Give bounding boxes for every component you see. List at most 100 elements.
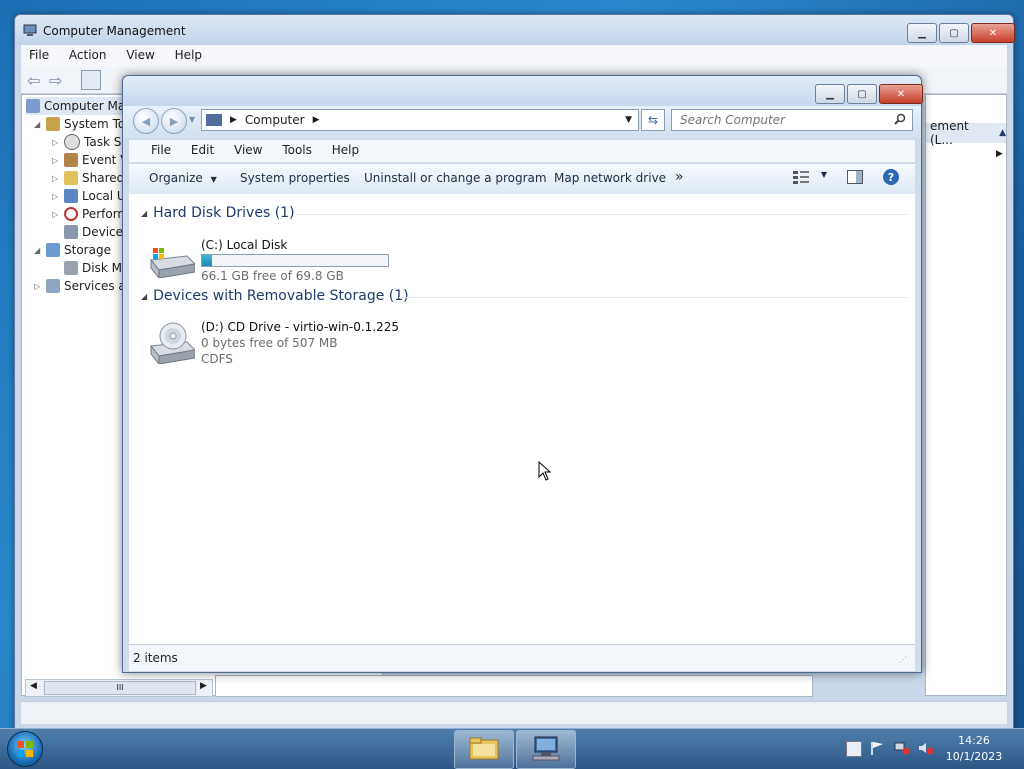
group-header-hard-disk-drives[interactable]: ◢ Hard Disk Drives (1) <box>141 205 295 221</box>
organize-button[interactable]: Organize ▼ <box>149 171 217 185</box>
tree-item-device-manager[interactable]: Device <box>64 223 123 241</box>
item-count: 2 items <box>133 651 178 665</box>
help-icon: ? <box>883 169 899 185</box>
minimize-button[interactable]: ▁ <box>815 84 845 104</box>
expand-arrow-icon[interactable]: ▷ <box>52 156 60 165</box>
explorer-navbar: ◀ ▶ ▼ ▶ Computer ▶ ▼ ⇆ <box>123 106 921 138</box>
back-arrow-icon[interactable]: ⇦ <box>27 71 40 90</box>
show-hide-tree-icon[interactable] <box>81 70 101 90</box>
cm-menu-help[interactable]: Help <box>167 45 210 65</box>
action-center-icon[interactable] <box>846 741 862 757</box>
uninstall-program-button[interactable]: Uninstall or change a program <box>364 171 547 185</box>
network-icon[interactable] <box>894 741 910 755</box>
cm-titlebar[interactable]: Computer Management ▁ ▢ ✕ <box>15 15 1015 45</box>
maximize-button[interactable]: ▢ <box>847 84 877 104</box>
tree-horizontal-scrollbar[interactable]: ◀ III ▶ <box>25 679 213 697</box>
tree-item-shared-folders[interactable]: ▷ Shared <box>52 169 124 187</box>
group-header-removable-storage[interactable]: ◢ Devices with Removable Storage (1) <box>141 288 409 304</box>
tree-item-event-viewer[interactable]: ▷ Event V <box>52 151 128 169</box>
tree-item-services[interactable]: ▷ Services an <box>34 277 133 295</box>
collapse-arrow-icon[interactable]: ◢ <box>34 120 42 129</box>
collapse-arrow-icon[interactable]: ◢ <box>34 246 42 255</box>
tree-item-performance[interactable]: ▷ Perform <box>52 205 129 223</box>
drive-file-system: CDFS <box>201 352 233 366</box>
expand-arrow-icon[interactable]: ▷ <box>34 282 42 291</box>
system-clock[interactable]: 14:26 10/1/2023 <box>938 733 1010 765</box>
cm-menu-view[interactable]: View <box>118 45 162 65</box>
cm-menu-file[interactable]: File <box>21 45 57 65</box>
preview-pane-button[interactable] <box>847 170 863 187</box>
back-button[interactable]: ◀ <box>133 108 159 134</box>
expand-arrow-icon[interactable]: ▷ <box>52 210 60 219</box>
forward-arrow-icon: ▶ <box>169 114 179 128</box>
menu-edit[interactable]: Edit <box>183 140 222 160</box>
group-title: Devices with Removable Storage (1) <box>153 288 409 304</box>
organize-label: Organize <box>149 171 203 185</box>
forward-button[interactable]: ▶ <box>161 108 187 134</box>
breadcrumb-separator-icon[interactable]: ▶ <box>230 115 237 125</box>
tree-item-local-users[interactable]: ▷ Local U <box>52 187 126 205</box>
breadcrumb-chevron-icon[interactable]: ▶ <box>313 115 320 125</box>
menu-help[interactable]: Help <box>324 140 367 160</box>
computer-management-icon <box>23 23 37 40</box>
expand-arrow-icon[interactable]: ▷ <box>52 174 60 183</box>
maximize-button[interactable]: ▢ <box>939 23 969 43</box>
computer-icon <box>26 99 40 113</box>
cm-middle-pane <box>215 675 813 697</box>
flag-icon[interactable] <box>870 741 884 755</box>
taskbar-computer-management-button[interactable] <box>516 730 576 769</box>
search-input[interactable] <box>678 112 882 128</box>
drive-item-c[interactable]: (C:) Local Disk 66.1 GB free of 69.8 GB <box>143 238 403 286</box>
cm-menu-action[interactable]: Action <box>61 45 115 65</box>
cm-window-title: Computer Management <box>43 24 186 38</box>
search-box[interactable] <box>671 109 913 131</box>
volume-muted-icon[interactable] <box>918 741 934 755</box>
map-network-drive-button[interactable]: Map network drive <box>554 171 666 185</box>
address-dropdown-icon[interactable]: ▼ <box>625 115 632 125</box>
tree-item-computer-management[interactable]: Computer Ma <box>26 97 126 115</box>
refresh-button[interactable]: ⇆ <box>641 109 665 131</box>
start-button[interactable] <box>4 729 46 769</box>
change-view-button[interactable]: ▼ <box>793 170 827 187</box>
group-divider <box>297 214 907 215</box>
recent-pages-icon[interactable]: ▼ <box>189 115 195 124</box>
drive-item-d[interactable]: (D:) CD Drive - virtio-win-0.1.225 0 byt… <box>143 320 443 368</box>
shared-folder-icon <box>64 171 78 185</box>
menu-file[interactable]: File <box>143 140 179 160</box>
submenu-arrow-icon[interactable]: ▶ <box>996 149 1003 159</box>
breadcrumb-computer[interactable]: Computer <box>245 113 305 127</box>
tree-item-task-scheduler[interactable]: ▷ Task Sc <box>52 133 128 151</box>
close-button[interactable]: ✕ <box>879 84 923 104</box>
more-commands-button[interactable]: » <box>675 169 684 185</box>
menu-view[interactable]: View <box>226 140 270 160</box>
tree-item-label: Shared <box>82 171 125 185</box>
scroll-thumb[interactable]: III <box>44 681 196 695</box>
resize-grip-icon[interactable]: ⋰ <box>899 655 907 664</box>
system-properties-button[interactable]: System properties <box>240 171 350 185</box>
scroll-right-icon[interactable]: ▶ <box>200 681 207 691</box>
disk-icon <box>64 261 78 275</box>
scroll-left-icon[interactable]: ◀ <box>30 681 37 691</box>
tree-item-system-tools[interactable]: ◢ System To <box>34 115 125 133</box>
tree-item-storage[interactable]: ◢ Storage <box>34 241 111 259</box>
expand-arrow-icon[interactable]: ▷ <box>52 138 60 147</box>
tree-item-label: Local U <box>82 189 126 203</box>
help-button[interactable]: ? <box>883 169 899 185</box>
expand-arrow-icon[interactable]: ▷ <box>52 192 60 201</box>
actions-header[interactable]: ement (L... ▲ <box>926 119 1006 147</box>
tools-icon <box>46 117 60 131</box>
menu-tools[interactable]: Tools <box>274 140 320 160</box>
collapse-up-icon[interactable]: ▲ <box>999 128 1006 138</box>
forward-arrow-icon[interactable]: ⇨ <box>49 71 62 90</box>
close-button[interactable]: ✕ <box>971 23 1015 43</box>
collapse-arrow-icon[interactable]: ◢ <box>141 209 147 218</box>
tree-item-disk-management[interactable]: Disk M <box>64 259 122 277</box>
drive-free-space: 0 bytes free of 507 MB <box>201 336 338 350</box>
taskbar-explorer-button[interactable] <box>454 730 514 769</box>
explorer-titlebar[interactable]: ▁ ▢ ✕ <box>123 76 923 106</box>
address-bar[interactable]: ▶ Computer ▶ ▼ <box>201 109 639 131</box>
storage-icon <box>46 243 60 257</box>
collapse-arrow-icon[interactable]: ◢ <box>141 292 147 301</box>
search-icon[interactable] <box>894 113 906 128</box>
minimize-button[interactable]: ▁ <box>907 23 937 43</box>
